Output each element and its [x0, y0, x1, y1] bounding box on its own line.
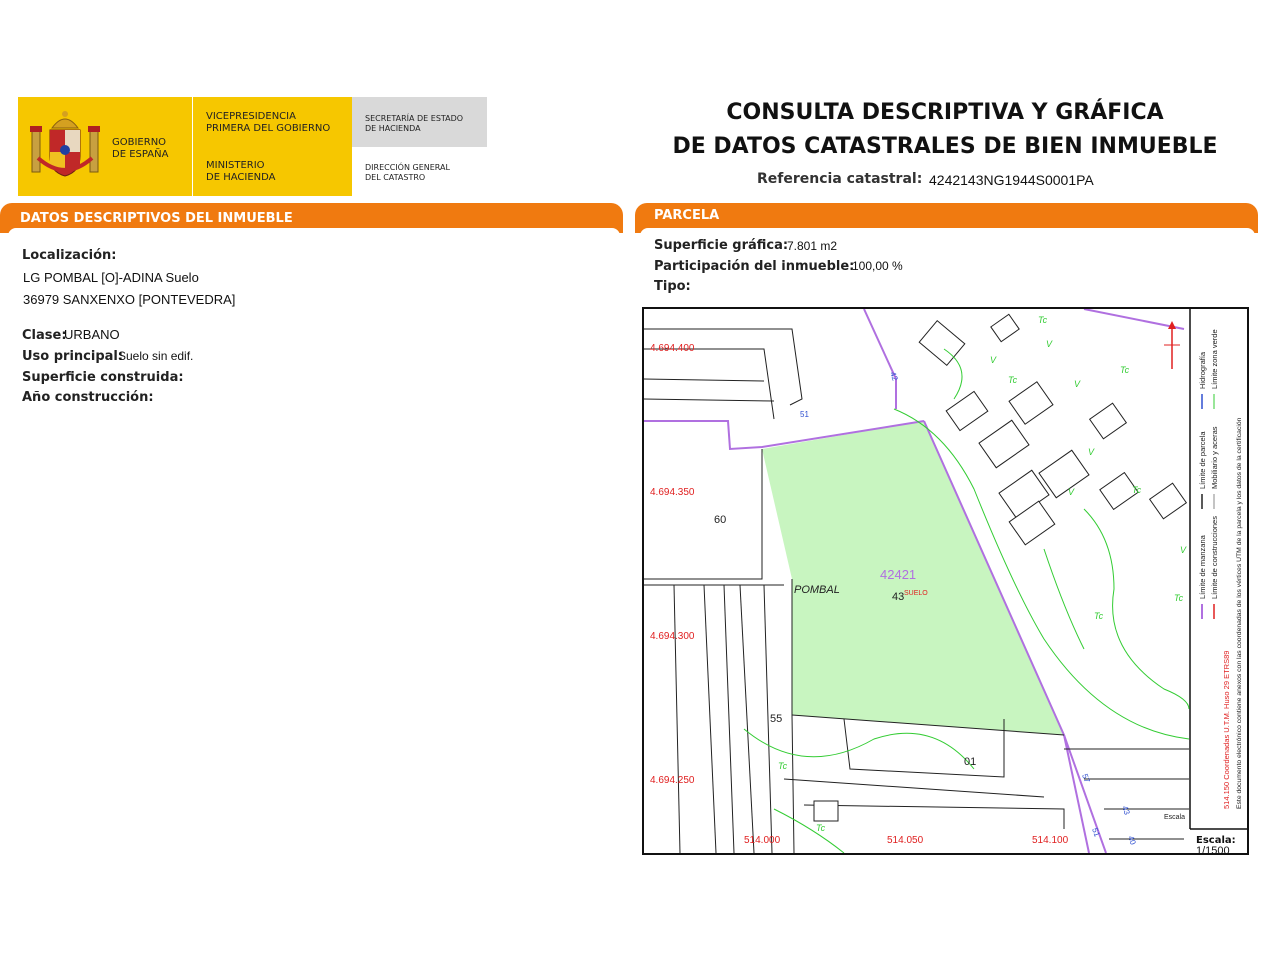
uso-principal-label: Uso principal:	[22, 349, 124, 364]
clase-value: URBANO	[64, 327, 120, 342]
veg-tc-5: Tc	[1094, 611, 1104, 621]
localizacion-line2: 36979 SANXENXO [PONTEVEDRA]	[23, 292, 236, 307]
localizacion-label: Localización:	[22, 248, 117, 263]
ref-catastral-label: Referencia catastral:	[757, 171, 923, 187]
participacion-label: Participación del inmueble:	[654, 259, 855, 274]
secretaria-label: SECRETARÍA DE ESTADO DE HACIENDA	[365, 114, 464, 133]
page-title-line2: DE DATOS CATASTRALES DE BIEN INMUEBLE	[672, 134, 1218, 159]
legend-parcela: Límite de parcela	[1198, 431, 1207, 489]
legend-hidrografia: Hidrografía	[1198, 351, 1207, 389]
veg-tc-1: Tc	[1038, 315, 1048, 325]
edge-label-4: 40	[1126, 835, 1138, 847]
lot-60: 60	[714, 514, 726, 526]
veg-v-6: V	[1180, 545, 1187, 555]
boundary-northeast	[1083, 309, 1185, 330]
coord-y-4: 4.694.250	[650, 775, 695, 786]
cadastral-map-drawing: 4.694.400 4.694.350 4.694.300 4.694.250 …	[644, 309, 1247, 853]
boundary-road	[863, 309, 897, 409]
coord-y-1: 4.694.400	[650, 343, 695, 354]
parcela-bar-cover	[640, 228, 1255, 236]
coord-y-2: 4.694.350	[650, 487, 695, 498]
uso-principal-value: Suelo sin edif.	[118, 349, 194, 363]
descriptivos-heading: DATOS DESCRIPTIVOS DEL INMUEBLE	[20, 211, 293, 226]
superficie-grafica-label: Superficie gráfica:	[654, 238, 789, 253]
tipo-label: Tipo:	[654, 279, 691, 294]
parcela-heading: PARCELA	[654, 208, 720, 223]
ministerio-label: MINISTERIO DE HACIENDA	[206, 160, 276, 183]
anio-construccion-label: Año construcción:	[22, 390, 154, 405]
veg-tc-4: Tc	[1132, 485, 1142, 495]
logo-divider	[192, 97, 193, 196]
suelo-tag: SUELO	[904, 590, 928, 597]
legend-construcciones: Límite de construcciones	[1210, 516, 1219, 599]
legend-nota: Este documento electrónico contiene anex…	[1236, 417, 1243, 809]
coord-y-3: 4.694.300	[650, 631, 695, 642]
legend-text: Límite de manzana Límite de parcela Hidr…	[1198, 329, 1243, 809]
lot-01: 01	[964, 756, 976, 768]
localizacion-line1: LG POMBAL [O]-ADINA Suelo	[23, 270, 199, 285]
veg-v-1: V	[990, 355, 997, 365]
parcel-number: 42421	[880, 567, 916, 582]
veg-tc-3: Tc	[1120, 365, 1130, 375]
superficie-grafica-value: 7.801 m2	[787, 239, 838, 253]
veg-tc-7: Tc	[778, 761, 788, 771]
descriptivos-bar-cover	[8, 228, 620, 236]
legend-manzana: Límite de manzana	[1198, 534, 1207, 599]
parcel-sub: 43	[892, 591, 904, 603]
veg-tc-6: Tc	[1174, 593, 1184, 603]
scale-small-label: Escala	[1164, 814, 1185, 821]
coord-x-1: 514.000	[744, 835, 781, 846]
coord-x-3: 514.100	[1032, 835, 1069, 846]
veg-tc-8: Tc	[816, 823, 826, 833]
coord-x-2: 514.050	[887, 835, 924, 846]
veg-tc-2: Tc	[1008, 375, 1018, 385]
cadastral-map: 4.694.400 4.694.350 4.694.300 4.694.250 …	[642, 307, 1249, 855]
legend-coordenadas: 514.150 Coordenadas U.T.M. Huso 29 ETRS8…	[1222, 651, 1231, 809]
veg-v-4: V	[1088, 447, 1095, 457]
veg-v-5: V	[1068, 487, 1075, 497]
gobierno-label: GOBIERNO DE ESPAÑA	[112, 137, 169, 160]
edge-label-5: 51	[800, 410, 809, 419]
veg-v-3: V	[1074, 379, 1081, 389]
ref-catastral-value: 4242143NG1944S0001PA	[929, 172, 1094, 188]
participacion-value: 100,00 %	[852, 259, 903, 273]
superficie-construida-label: Superficie construida:	[22, 370, 184, 385]
legend-zona-verde: Límite zona verde	[1210, 329, 1219, 389]
veg-v-2: V	[1046, 339, 1053, 349]
edge-label-1: 42	[888, 371, 900, 383]
place-name: POMBAL	[794, 584, 840, 596]
vicepresidencia-label: VICEPRESIDENCIA PRIMERA DEL GOBIERNO	[206, 111, 331, 134]
edge-label-3: 43	[1120, 805, 1132, 817]
legend-mobiliario: Mobiliario y aceras	[1210, 426, 1219, 489]
coat-of-arms-icon	[28, 108, 102, 184]
lot-55: 55	[770, 713, 782, 725]
scale-value: 1/1500	[1196, 845, 1230, 853]
page-title-line1: CONSULTA DESCRIPTIVA Y GRÁFICA	[726, 100, 1164, 125]
direccion-label: DIRECCIÓN GENERAL DEL CATASTRO	[365, 163, 450, 182]
clase-label: Clase:	[22, 328, 67, 343]
